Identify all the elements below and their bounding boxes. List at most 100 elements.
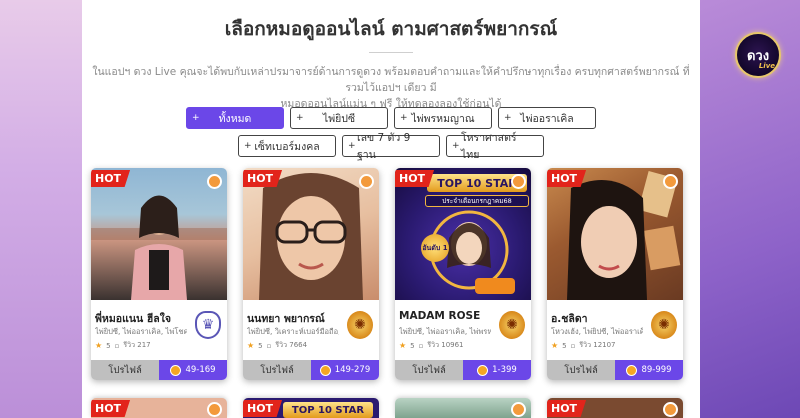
teller-skills: โหวงเฮ้ง, ไพ่ยิปซี, ไพ่ออราเคิ xyxy=(551,327,643,336)
teller-photo-illustration xyxy=(567,171,681,300)
filter-label: เลข 7 ตัว 9 ฐาน xyxy=(357,132,411,161)
plus-icon: + xyxy=(348,141,356,151)
price-button[interactable]: 1-399 xyxy=(463,360,531,380)
fortune-teller-card[interactable]: HOT พี่หมอแนน ฮีลใจ ไพ่ยิปซี, ไพ่ออราเคิ… xyxy=(91,168,227,380)
fortune-teller-card-partial[interactable]: HOT TOP 10 STAR xyxy=(243,398,379,418)
teller-skills: ไพ่ยิปซี, วิเคราะห์เบอร์มือถือ, ไ xyxy=(247,327,339,336)
status-dot xyxy=(511,174,526,189)
card-footer: โปรไฟล์ 1-399 xyxy=(395,360,531,380)
fortune-teller-card[interactable]: HOT นนทยา พยากรณ์ ไพ่ยิปซี, วิเคราะห์เบอ… xyxy=(243,168,379,380)
filter-label: ไพ่ออราเคิล xyxy=(520,112,574,125)
teller-skills: ไพ่ยิปซี, ไพ่ออราเคิล, ไพ่โชคดี xyxy=(95,327,187,336)
filter-label: ไพ่พรหมญาณ xyxy=(411,112,475,125)
ganesh-icon: ✺ xyxy=(347,311,373,339)
review-count: รีวิว 10961 xyxy=(427,341,464,349)
status-dot xyxy=(663,174,678,189)
coin-icon xyxy=(319,364,331,376)
filter-all-button[interactable]: + ทั้งหมด xyxy=(186,107,284,129)
card-footer: โปรไฟล์ 149-279 xyxy=(243,360,379,380)
teller-photo[interactable] xyxy=(547,168,683,300)
status-dot xyxy=(207,174,222,189)
star-icon: ★ xyxy=(551,341,559,350)
teller-name: MADAM ROSE xyxy=(399,310,481,322)
ganesh-icon: ✺ xyxy=(651,311,677,339)
rating-value: 5 xyxy=(562,341,567,350)
price-range: 1-399 xyxy=(492,365,517,375)
background-left xyxy=(0,0,82,418)
filter-brahma-button[interactable]: + ไพ่พรหมญาณ xyxy=(394,107,492,129)
hot-badge: HOT xyxy=(243,170,283,187)
status-dot xyxy=(207,402,222,417)
teller-meta: ★ 5 ▫ รีวิว 10961 xyxy=(399,340,464,351)
top10-subtitle: ประจำเดือนกรกฎาคม68 xyxy=(425,195,529,207)
hot-badge: HOT xyxy=(547,170,587,187)
ganesh-icon: ✺ xyxy=(499,311,525,339)
price-button[interactable]: 49-169 xyxy=(159,360,227,380)
coin-icon xyxy=(626,364,638,376)
rank-badge: อันดับ 1 xyxy=(421,234,449,262)
filter-label: ทั้งหมด xyxy=(218,112,252,125)
teller-photo[interactable] xyxy=(243,168,379,300)
hot-badge: HOT xyxy=(243,400,283,417)
review-count: รีวิว 217 xyxy=(123,341,151,349)
filter-gypsy-button[interactable]: + ไพ่ยิปซี xyxy=(290,107,388,129)
fortune-teller-card[interactable]: HOT อ.ชลิดา โหวงเฮ้ง, ไพ่ยิปซี, ไพ่ออราเ… xyxy=(547,168,683,380)
hot-badge: HOT xyxy=(91,170,131,187)
teller-skills: ไพ่ยิปซี, ไพ่ออราเคิล, ไพ่พรหม xyxy=(399,327,491,336)
fortune-teller-card-partial[interactable] xyxy=(395,398,531,418)
profile-button[interactable]: โปรไฟล์ xyxy=(547,360,615,380)
profile-button[interactable]: โปรไฟล์ xyxy=(395,360,463,380)
filter-lucky-number-button[interactable]: + เซ็ทเบอร์มงคล xyxy=(238,135,336,157)
fortune-teller-card-partial[interactable]: HOT xyxy=(91,398,227,418)
filter-label: โหราศาสตร์ไทย xyxy=(461,132,517,161)
teller-meta: ★ 5 ▫ รีวิว 7664 xyxy=(247,340,307,351)
teller-name: พี่หมอแนน ฮีลใจ xyxy=(95,313,171,325)
plus-icon: + xyxy=(244,141,252,151)
filter-thai-astrology-button[interactable]: + โหราศาสตร์ไทย xyxy=(446,132,544,161)
card-footer: โปรไฟล์ 49-169 xyxy=(91,360,227,380)
teller-photo-illustration xyxy=(91,195,227,300)
review-icon: ▫ xyxy=(266,341,272,350)
price-button[interactable]: 149-279 xyxy=(311,360,379,380)
description-line-1: ในแอปฯ ดวง Live คุณจะได้พบกับเหล่าปรมาจา… xyxy=(92,66,690,94)
filter-row-2: + เซ็ทเบอร์มงคล + เลข 7 ตัว 9 ฐาน + โหราศาส… xyxy=(82,132,700,161)
teller-photo[interactable] xyxy=(91,168,227,300)
star-icon: ★ xyxy=(247,341,255,350)
profile-button[interactable]: โปรไฟล์ xyxy=(91,360,159,380)
review-count: รีวิว 12107 xyxy=(579,341,616,349)
hot-badge: HOT xyxy=(547,400,587,417)
shield-icon: ♛ xyxy=(195,311,221,339)
review-icon: ▫ xyxy=(418,341,424,350)
filter-label: ไพ่ยิปซี xyxy=(322,112,356,125)
top10-banner: TOP 10 STAR xyxy=(283,402,373,418)
review-count: รีวิว 7664 xyxy=(275,341,308,349)
fortune-teller-card[interactable]: TOP 10 STAR ประจำเดือนกรกฎาคม68 อันดับ 1… xyxy=(395,168,531,380)
teller-name: อ.ชลิดา xyxy=(551,313,588,325)
coin-icon xyxy=(477,364,489,376)
app-logo[interactable]: ดวง Live xyxy=(735,32,781,78)
status-dot xyxy=(511,402,526,417)
hot-badge: HOT xyxy=(395,170,435,187)
profile-button[interactable]: โปรไฟล์ xyxy=(243,360,311,380)
page-title: เลือกหมอดูออนไลน์ ตามศาสตร์พยากรณ์ xyxy=(224,18,558,40)
teller-photo-illustration xyxy=(259,173,363,300)
card-footer: โปรไฟล์ 89-999 xyxy=(547,360,683,380)
teller-name: นนทยา พยากรณ์ xyxy=(247,313,325,325)
plus-icon: + xyxy=(400,113,408,123)
filter-oracle-button[interactable]: + ไพ่ออราเคิล xyxy=(498,107,596,129)
price-range: 49-169 xyxy=(185,365,216,375)
filter-numerology-button[interactable]: + เลข 7 ตัว 9 ฐาน xyxy=(342,132,440,161)
price-button[interactable]: 89-999 xyxy=(615,360,683,380)
price-range: 149-279 xyxy=(334,365,371,375)
fortune-teller-card-partial[interactable]: HOT xyxy=(547,398,683,418)
rating-value: 5 xyxy=(258,341,263,350)
teller-meta: ★ 5 ▫ รีวิว 12107 xyxy=(551,340,616,351)
content-panel: เลือกหมอดูออนไลน์ ตามศาสตร์พยากรณ์ ในแอป… xyxy=(82,0,700,418)
star-icon: ★ xyxy=(95,341,103,350)
review-icon: ▫ xyxy=(114,341,120,350)
filter-label: เซ็ทเบอร์มงคล xyxy=(254,140,320,153)
hot-badge: HOT xyxy=(91,400,131,417)
category-filters: + ทั้งหมด + ไพ่ยิปซี + ไพ่พรหมญาณ + ไพ่ออราเ… xyxy=(82,107,700,163)
coin-icon xyxy=(170,364,182,376)
title-divider xyxy=(369,52,413,53)
